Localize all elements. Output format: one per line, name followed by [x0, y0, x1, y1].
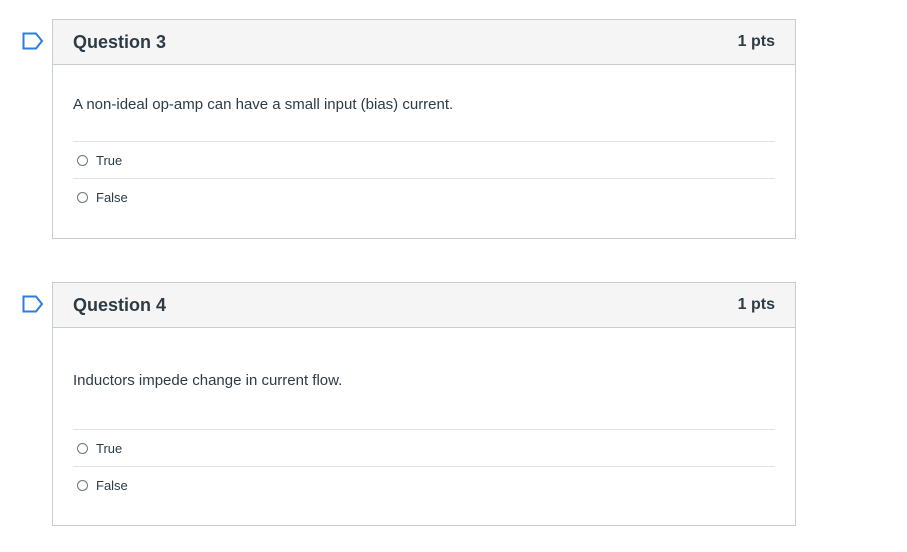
question-title: Question 4 [73, 294, 167, 315]
question-card-3: Question 3 1 pts A non-ideal op-amp can … [52, 19, 796, 239]
radio-unchecked-icon[interactable] [77, 192, 88, 203]
answer-label: True [96, 152, 123, 168]
radio-unchecked-icon[interactable] [77, 480, 88, 491]
answer-option-true[interactable]: True [73, 142, 775, 179]
question-card-4: Question 4 1 pts Inductors impede change… [52, 282, 796, 526]
answer-list: True False [73, 429, 775, 504]
flag-question-icon[interactable] [22, 32, 44, 50]
answer-label: True [96, 440, 123, 456]
question-points: 1 pts [737, 296, 775, 313]
answer-option-false[interactable]: False [73, 179, 775, 216]
answer-label: False [96, 478, 128, 493]
answer-option-false[interactable]: False [73, 467, 775, 504]
question-text: A non-ideal op-amp can have a small inpu… [73, 96, 454, 113]
question-header: Question 4 1 pts [53, 283, 795, 328]
question-header: Question 3 1 pts [53, 20, 795, 65]
radio-unchecked-icon[interactable] [77, 442, 88, 454]
answer-option-true[interactable]: True [73, 430, 775, 467]
question-body: A non-ideal op-amp can have a small inpu… [53, 65, 795, 216]
question-text: Inductors impede change in current flow. [73, 372, 343, 389]
question-body: Inductors impede change in current flow.… [53, 328, 795, 504]
question-title: Question 3 [73, 31, 167, 52]
answer-label: False [96, 190, 128, 205]
answer-list: True False [73, 141, 775, 216]
radio-unchecked-icon[interactable] [77, 154, 88, 166]
flag-question-icon[interactable] [22, 295, 44, 313]
question-points: 1 pts [737, 33, 775, 50]
